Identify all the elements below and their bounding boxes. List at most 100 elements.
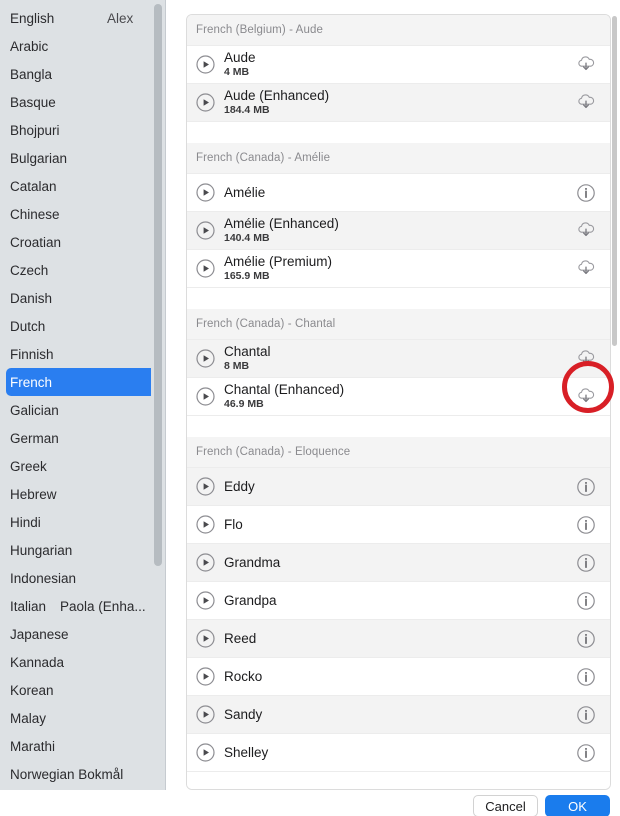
sidebar-item-croatian[interactable]: Croatian	[6, 228, 160, 256]
play-preview-icon[interactable]	[196, 553, 215, 572]
sidebar-item-bangla[interactable]: Bangla	[6, 60, 160, 88]
sidebar-item-czech[interactable]: Czech	[6, 256, 160, 284]
sidebar-item-basque[interactable]: Basque	[6, 88, 160, 116]
play-preview-icon[interactable]	[196, 55, 215, 74]
dialog-footer: Cancel OK	[0, 790, 620, 816]
play-preview-icon[interactable]	[196, 221, 215, 240]
sidebar-item-dutch[interactable]: Dutch	[6, 312, 160, 340]
download-icon[interactable]	[575, 258, 597, 280]
sidebar-item-japanese[interactable]: Japanese	[6, 620, 160, 648]
info-icon[interactable]	[575, 590, 597, 612]
sidebar-item-norwegian-bokm-l[interactable]: Norwegian Bokmål	[6, 760, 160, 788]
sidebar-item-bhojpuri[interactable]: Bhojpuri	[6, 116, 160, 144]
language-label: French	[10, 374, 53, 390]
play-preview-icon[interactable]	[196, 667, 215, 686]
voice-row[interactable]: Chantal (Enhanced) 46.9 MB	[187, 377, 610, 415]
language-label: Catalan	[10, 178, 57, 194]
play-preview-icon[interactable]	[196, 183, 215, 202]
sidebar-item-arabic[interactable]: Arabic	[6, 32, 160, 60]
sidebar-item-galician[interactable]: Galician	[6, 396, 160, 424]
play-preview-icon[interactable]	[196, 477, 215, 496]
voice-group-header: French (Belgium) - Aude	[187, 15, 610, 45]
voice-row[interactable]: Amélie	[187, 173, 610, 211]
sidebar-item-greek[interactable]: Greek	[6, 452, 160, 480]
download-icon[interactable]	[575, 92, 597, 114]
download-icon[interactable]	[575, 54, 597, 76]
voice-row[interactable]: Grandpa	[187, 581, 610, 619]
sidebar-item-kannada[interactable]: Kannada	[6, 648, 160, 676]
info-icon[interactable]	[575, 514, 597, 536]
info-icon[interactable]	[575, 704, 597, 726]
info-icon[interactable]	[575, 742, 597, 764]
sidebar-item-german[interactable]: German	[6, 424, 160, 452]
voice-row[interactable]: Chantal 8 MB	[187, 339, 610, 377]
voice-group-header: French (Canada) - Eloquence	[187, 437, 610, 467]
sidebar-scrollbar-thumb[interactable]	[154, 4, 162, 566]
voice-name: Reed	[224, 631, 257, 646]
language-label: Galician	[10, 402, 59, 418]
sidebar-item-chinese[interactable]: Chinese	[6, 200, 160, 228]
voice-row[interactable]: Eddy	[187, 467, 610, 505]
play-preview-icon[interactable]	[196, 387, 215, 406]
info-icon[interactable]	[575, 182, 597, 204]
voice-row[interactable]: Grandma	[187, 543, 610, 581]
sidebar-item-marathi[interactable]: Marathi	[6, 732, 160, 760]
voice-list[interactable]: French (Belgium) - Aude Aude 4 MB Aude (Enh…	[187, 15, 610, 789]
voice-name: Amélie (Enhanced)	[224, 216, 339, 231]
voice-list-panel[interactable]: French (Belgium) - Aude Aude 4 MB Aude (Enh…	[186, 14, 611, 790]
voice-row[interactable]: Sandy	[187, 695, 610, 733]
sidebar-item-finnish[interactable]: Finnish	[6, 340, 160, 368]
sidebar-item-french[interactable]: French	[6, 368, 160, 396]
cancel-button[interactable]: Cancel	[473, 795, 538, 816]
play-preview-icon[interactable]	[196, 93, 215, 112]
sidebar-item-indonesian[interactable]: Indonesian	[6, 564, 160, 592]
download-icon[interactable]	[575, 386, 597, 408]
info-icon[interactable]	[575, 666, 597, 688]
info-icon[interactable]	[575, 628, 597, 650]
download-icon[interactable]	[575, 220, 597, 242]
voice-name: Sandy	[224, 707, 263, 722]
voice-row[interactable]: Aude 4 MB	[187, 45, 610, 83]
play-preview-icon[interactable]	[196, 259, 215, 278]
voice-row[interactable]: Reed	[187, 619, 610, 657]
voice-text-block: Shelley	[224, 745, 575, 760]
voice-name: Flo	[224, 517, 243, 532]
play-preview-icon[interactable]	[196, 705, 215, 724]
sidebar-item-korean[interactable]: Korean	[6, 676, 160, 704]
voice-size: 165.9 MB	[224, 270, 270, 282]
sidebar-item-bulgarian[interactable]: Bulgarian	[6, 144, 160, 172]
voice-row[interactable]: Shelley	[187, 733, 610, 771]
info-icon[interactable]	[575, 552, 597, 574]
play-preview-icon[interactable]	[196, 743, 215, 762]
voice-name: Eddy	[224, 479, 255, 494]
voice-row[interactable]: Flo	[187, 505, 610, 543]
voice-name: Amélie (Premium)	[224, 254, 333, 269]
language-sidebar[interactable]: English Alex Arabic Bangla Basque Bhojpuri Bul…	[0, 0, 166, 816]
voice-name: Grandma	[224, 555, 281, 570]
ok-button[interactable]: OK	[545, 795, 610, 816]
language-list[interactable]: English Alex Arabic Bangla Basque Bhojpuri Bul…	[0, 4, 166, 816]
play-preview-icon[interactable]	[196, 629, 215, 648]
sidebar-item-danish[interactable]: Danish	[6, 284, 160, 312]
voice-row[interactable]: Aude (Enhanced) 184.4 MB	[187, 83, 610, 121]
voice-text-block: Aude 4 MB	[224, 50, 575, 79]
sidebar-item-english[interactable]: English Alex	[6, 4, 160, 32]
sidebar-item-italian[interactable]: Italian Paola (Enha...	[6, 592, 160, 620]
sidebar-item-hungarian[interactable]: Hungarian	[6, 536, 160, 564]
play-preview-icon[interactable]	[196, 349, 215, 368]
voice-row[interactable]: Amélie (Premium) 165.9 MB	[187, 249, 610, 287]
voice-row[interactable]: Rocko	[187, 657, 610, 695]
play-preview-icon[interactable]	[196, 591, 215, 610]
info-icon[interactable]	[575, 476, 597, 498]
language-label: Bulgarian	[10, 150, 68, 166]
voice-list-scrollbar[interactable]	[612, 16, 617, 346]
voice-picker-dialog: English Alex Arabic Bangla Basque Bhojpuri Bul…	[0, 0, 620, 816]
play-preview-icon[interactable]	[196, 515, 215, 534]
sidebar-item-hindi[interactable]: Hindi	[6, 508, 160, 536]
voice-row[interactable]: Amélie (Enhanced) 140.4 MB	[187, 211, 610, 249]
sidebar-item-hebrew[interactable]: Hebrew	[6, 480, 160, 508]
download-icon[interactable]	[575, 348, 597, 370]
voice-text-block: Reed	[224, 631, 575, 646]
sidebar-item-catalan[interactable]: Catalan	[6, 172, 160, 200]
sidebar-item-malay[interactable]: Malay	[6, 704, 160, 732]
